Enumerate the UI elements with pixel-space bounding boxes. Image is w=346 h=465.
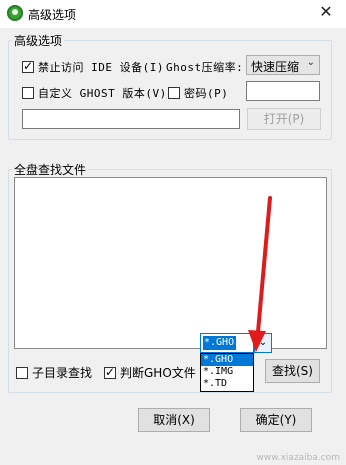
chevron-down-icon: ⌄ xyxy=(306,57,315,68)
extension-dropdown: *.GHO *.IMG *.TD xyxy=(200,353,254,392)
combo-chevron-down-icon[interactable]: ⌄ xyxy=(254,333,272,353)
extension-option[interactable]: *.TD xyxy=(201,378,253,390)
search-group-title: 全盘查找文件 xyxy=(12,161,89,178)
compress-select[interactable]: 快速压缩 ⌄ xyxy=(246,55,320,75)
dialog-body: 高级选项 禁止访问 IDE 设备(I) Ghost压缩率: 快速压缩 ⌄ 自定义… xyxy=(0,28,346,465)
custom-ghost-checkbox[interactable]: 自定义 GHOST 版本(V) xyxy=(22,85,167,101)
judge-gho-check-icon xyxy=(104,365,116,379)
advanced-options-dialog: 高级选项 ✕ 高级选项 禁止访问 IDE 设备(I) Ghost压缩率: 快速压… xyxy=(0,0,346,465)
custom-ghost-check-icon xyxy=(22,87,34,99)
subdir-check-icon xyxy=(16,366,28,379)
password-input[interactable] xyxy=(246,81,320,101)
cancel-button[interactable]: 取消(X) xyxy=(138,408,210,432)
subdir-label: 子目录查找 xyxy=(32,366,93,380)
close-icon[interactable]: ✕ xyxy=(316,2,336,22)
find-button[interactable]: 查找(S) xyxy=(265,359,320,383)
advanced-group-title: 高级选项 xyxy=(12,32,65,49)
compress-value: 快速压缩 xyxy=(251,60,300,74)
disable-ide-label: 禁止访问 IDE 设备(I) xyxy=(38,61,164,74)
extension-selected: *.GHO xyxy=(203,336,236,350)
disable-ide-check-icon xyxy=(22,59,34,73)
ghost-path-input[interactable] xyxy=(22,109,240,129)
extension-option[interactable]: *.GHO xyxy=(201,354,253,366)
title-bar: 高级选项 ✕ xyxy=(0,0,346,28)
ok-button[interactable]: 确定(Y) xyxy=(240,408,312,432)
custom-ghost-label: 自定义 GHOST 版本(V) xyxy=(38,87,167,100)
window-title: 高级选项 xyxy=(28,8,77,22)
ghost-compress-label: Ghost压缩率: xyxy=(166,61,244,74)
search-results-list[interactable] xyxy=(14,177,327,349)
extension-option[interactable]: *.IMG xyxy=(201,366,253,378)
judge-gho-label: 判断GHO文件 xyxy=(120,366,196,380)
password-label: 密码(P) xyxy=(184,87,229,100)
open-button[interactable]: 打开(P) xyxy=(247,108,321,130)
watermark-text: www.xiazaiba.com xyxy=(256,453,340,463)
password-checkbox[interactable]: 密码(P) xyxy=(168,85,228,101)
app-icon xyxy=(7,5,23,21)
password-check-icon xyxy=(168,87,180,99)
disable-ide-checkbox[interactable]: 禁止访问 IDE 设备(I) xyxy=(22,59,164,75)
subdir-checkbox[interactable]: 子目录查找 xyxy=(16,364,92,381)
extension-combo[interactable]: *.GHO xyxy=(200,333,254,353)
judge-gho-checkbox[interactable]: 判断GHO文件 xyxy=(104,364,196,381)
